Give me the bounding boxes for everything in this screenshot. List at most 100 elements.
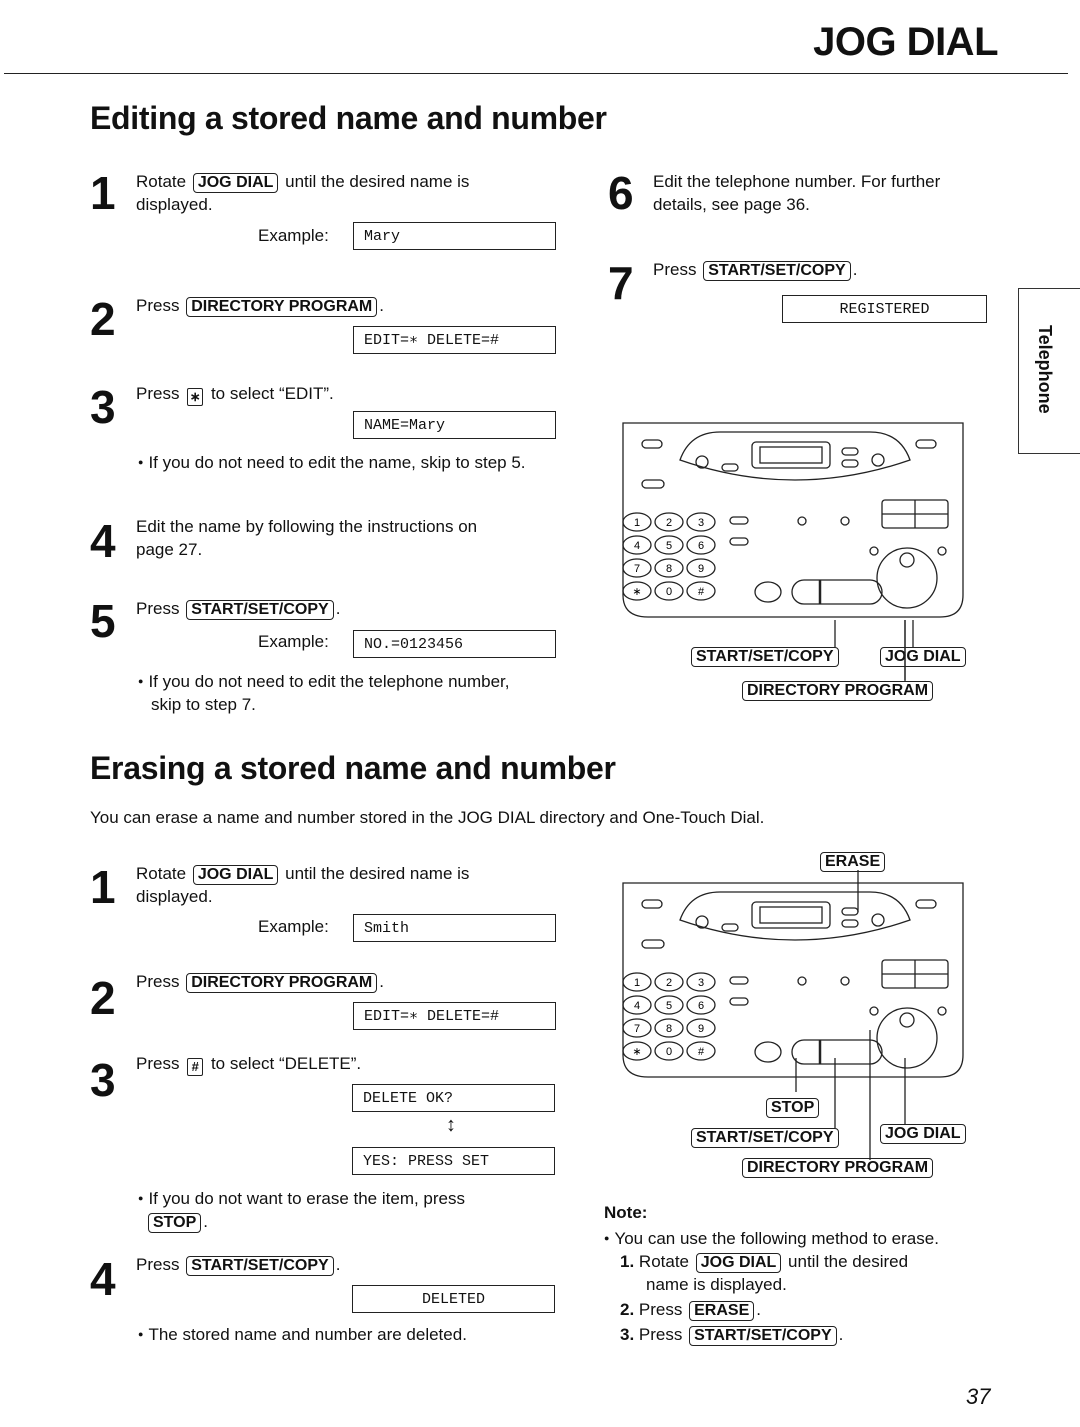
side-tab-telephone[interactable]: Telephone: [1018, 288, 1080, 454]
lcd-display: EDIT=∗ DELETE=#: [353, 326, 556, 354]
erase-key: ERASE: [820, 852, 886, 872]
button-round: [695, 455, 709, 469]
step-number: 5: [90, 595, 116, 647]
keypad-key-label: 3: [698, 517, 704, 529]
lcd-display: DELETED: [352, 1285, 555, 1313]
keypad-key-label: ∗: [632, 586, 641, 598]
note-bullet: You can use the following method to eras…: [604, 1227, 938, 1250]
bullet-note: If you do not want to erase the item, pr…: [138, 1187, 465, 1233]
erase-key: ERASE: [689, 1301, 755, 1321]
note-title: Note:: [604, 1203, 648, 1222]
lcd-display: EDIT=∗ DELETE=#: [353, 1002, 556, 1030]
lcd-screen: [759, 446, 823, 464]
step-number: 2: [90, 293, 116, 345]
start-set-copy-key: START/SET/COPY: [689, 1326, 837, 1346]
example-label: Example:: [258, 917, 329, 936]
hash-key-icon: #: [187, 1058, 204, 1076]
bullet-text-2: skip to step 7.: [151, 695, 256, 714]
step-verb: Press: [653, 260, 697, 279]
jog-dial-knob: [899, 552, 915, 568]
jog-dial-key: JOG DIAL: [695, 1253, 782, 1273]
step-text: Edit the name by following the instructi…: [136, 515, 477, 561]
step-number: 2: [90, 972, 116, 1024]
jog-dial-key: JOG DIAL: [192, 865, 279, 885]
button-oval: [841, 459, 859, 468]
keypad-key-label: 9: [698, 563, 704, 575]
step-text: Press DIRECTORY PROGRAM.: [136, 294, 384, 317]
bullet-note: The stored name and number are deleted.: [138, 1323, 466, 1346]
step-verb: Rotate: [136, 864, 187, 883]
button-oval: [754, 581, 782, 603]
step-desc: Edit the name by following the instructi…: [136, 517, 478, 536]
button-round: [871, 453, 885, 467]
punct: .: [379, 296, 384, 315]
diagram-label-erase: ERASE: [818, 852, 887, 872]
note-verb: Press: [638, 1300, 683, 1319]
step-text: Press DIRECTORY PROGRAM.: [136, 970, 384, 993]
keypad-key-label: #: [698, 586, 705, 598]
step-desc: to select “DELETE”.: [210, 1054, 362, 1073]
jog-dial-key: JOG DIAL: [880, 1124, 966, 1144]
step-number: 7: [608, 257, 634, 309]
note-item-number: 2.: [620, 1300, 635, 1319]
diagram-label-jog: JOG DIAL: [878, 1124, 968, 1144]
erasing-heading: Erasing a stored name and number: [90, 750, 616, 786]
diagram-leader-lines: [834, 620, 914, 682]
step-verb: Press: [136, 599, 180, 618]
step-number: 6: [608, 167, 634, 219]
step-number: 4: [90, 1253, 116, 1305]
step-desc: Edit the telephone number. For further: [653, 172, 941, 191]
keypad-key-label: 2: [666, 517, 672, 529]
keypad-key-label: 8: [666, 563, 672, 575]
step-text: Press ∗ to select “EDIT”.: [136, 382, 334, 406]
erasing-intro: You can erase a name and number stored i…: [90, 808, 765, 827]
bullet-text: If you do not want to erase the item, pr…: [138, 1189, 465, 1208]
step-verb: Press: [136, 384, 180, 403]
example-label: Example:: [258, 632, 329, 651]
step-verb: Press: [136, 972, 180, 991]
step-desc: until the desired name is: [285, 172, 470, 191]
stop-key: STOP: [766, 1098, 820, 1118]
step-number: 3: [90, 381, 116, 433]
diagram-label-stop: STOP: [764, 1098, 821, 1118]
keypad-key-label: 5: [666, 540, 672, 552]
bullet-text: If you do not need to edit the telephone…: [138, 672, 510, 691]
directory-program-key: DIRECTORY PROGRAM: [742, 1158, 934, 1178]
lcd-display: Mary: [353, 222, 556, 250]
bullet-note: If you do not need to edit the telephone…: [138, 670, 510, 716]
jog-dial: [876, 547, 938, 609]
step-text: Edit the telephone number. For further d…: [653, 170, 940, 216]
lcd-display: REGISTERED: [782, 295, 987, 323]
directory-program-button: [869, 546, 879, 556]
punct: .: [838, 1325, 844, 1344]
step-desc: to select “EDIT”.: [210, 384, 334, 403]
step-text: Press START/SET/COPY.: [136, 1253, 340, 1276]
step-desc-2: displayed.: [136, 887, 213, 906]
lcd-display: Smith: [353, 914, 556, 942]
directory-program-key: DIRECTORY PROGRAM: [186, 297, 378, 317]
lcd-display: NO.=0123456: [353, 630, 556, 658]
step-desc-2: displayed.: [136, 195, 213, 214]
step-desc: until the desired name is: [285, 864, 470, 883]
keypad-key-label: 0: [666, 586, 672, 598]
example-label: Example:: [258, 226, 329, 245]
button-oval: [721, 463, 739, 472]
page-number: 37: [966, 1384, 991, 1409]
step-number: 4: [90, 515, 116, 567]
page-title: JOG DIAL: [813, 20, 998, 64]
step-verb: Press: [136, 1054, 180, 1073]
button-oval: [641, 439, 663, 449]
step-text: Press # to select “DELETE”.: [136, 1052, 361, 1076]
step-desc-2: page 27.: [136, 540, 203, 559]
keypad-key-label: 1: [634, 517, 640, 529]
step-desc-2: details, see page 36.: [653, 195, 810, 214]
toggle-arrow-icon: ↕: [446, 1114, 456, 1136]
indicator: [937, 546, 947, 556]
lcd-window: [751, 441, 831, 469]
start-set-copy-key: START/SET/COPY: [703, 261, 851, 281]
diagram-label-start: START/SET/COPY: [689, 1128, 841, 1148]
jog-dial-key: JOG DIAL: [192, 173, 279, 193]
header-rule: [4, 73, 1068, 74]
fax-panel-diagram: 1 2 3 4 5 6 7 8 9 ∗ 0 #: [622, 422, 964, 618]
start-set-copy-key: START/SET/COPY: [186, 600, 334, 620]
